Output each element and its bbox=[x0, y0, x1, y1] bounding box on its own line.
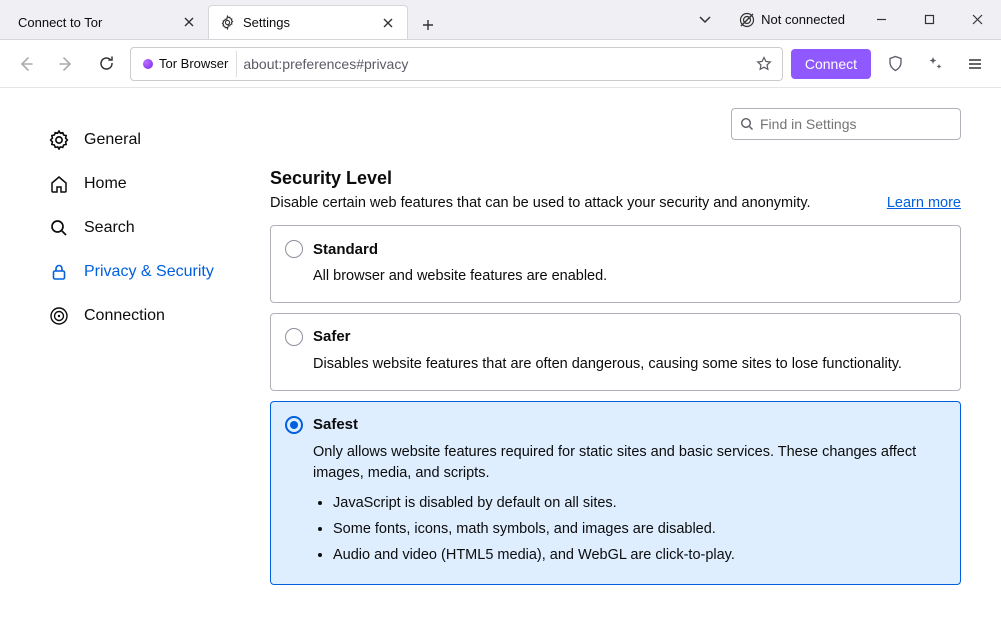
nav-toolbar: Tor Browser about:preferences#privacy Co… bbox=[0, 40, 1001, 88]
minimize-icon bbox=[876, 14, 887, 25]
onion-icon bbox=[143, 59, 153, 69]
arrow-left-icon bbox=[17, 55, 35, 73]
tab-close-button[interactable] bbox=[379, 14, 397, 32]
sidebar-item-search[interactable]: Search bbox=[48, 206, 240, 250]
connection-status[interactable]: Not connected bbox=[729, 12, 855, 28]
security-level-safest[interactable]: Safest Only allows website features requ… bbox=[270, 401, 961, 586]
bullet-item: JavaScript is disabled by default on all… bbox=[333, 493, 944, 515]
plus-icon bbox=[422, 19, 434, 31]
url-bar[interactable]: Tor Browser about:preferences#privacy bbox=[130, 47, 783, 81]
preferences-content: General Home Search Privacy & Security C… bbox=[0, 88, 1001, 620]
gear-icon bbox=[48, 129, 70, 151]
tab-title: Connect to Tor bbox=[18, 15, 172, 30]
tab-close-button[interactable] bbox=[180, 13, 198, 31]
close-icon bbox=[383, 18, 393, 28]
titlebar: Connect to Tor Settings Not connected bbox=[0, 0, 1001, 40]
option-desc: Disables website features that are often… bbox=[313, 354, 944, 376]
identity-label: Tor Browser bbox=[159, 56, 228, 71]
section-subtitle: Disable certain web features that can be… bbox=[270, 195, 811, 211]
sidebar-item-connection[interactable]: Connection bbox=[48, 294, 240, 338]
sidebar-item-label: Search bbox=[84, 219, 135, 237]
all-tabs-button[interactable] bbox=[685, 0, 725, 39]
sidebar-item-label: General bbox=[84, 131, 141, 149]
reload-icon bbox=[98, 55, 115, 72]
back-button[interactable] bbox=[10, 48, 42, 80]
window-maximize-button[interactable] bbox=[907, 0, 951, 39]
tab-strip: Connect to Tor Settings bbox=[0, 0, 442, 39]
maximize-icon bbox=[924, 14, 935, 25]
gear-icon bbox=[219, 15, 235, 31]
titlebar-right: Not connected bbox=[685, 0, 1001, 39]
sidebar-item-general[interactable]: General bbox=[48, 118, 240, 162]
radio-icon bbox=[285, 328, 303, 346]
bullet-item: Some fonts, icons, math symbols, and ima… bbox=[333, 519, 944, 541]
star-icon bbox=[756, 56, 772, 72]
sidebar-item-home[interactable]: Home bbox=[48, 162, 240, 206]
lock-icon bbox=[48, 261, 70, 283]
option-title: Standard bbox=[313, 241, 378, 258]
section-title: Security Level bbox=[270, 168, 961, 189]
option-desc: Only allows website features required fo… bbox=[313, 442, 944, 567]
new-identity-button[interactable] bbox=[919, 48, 951, 80]
sidebar-item-label: Privacy & Security bbox=[84, 263, 214, 281]
hamburger-icon bbox=[967, 56, 983, 72]
sidebar-item-label: Connection bbox=[84, 307, 165, 325]
radio-icon bbox=[285, 416, 303, 434]
tab-title: Settings bbox=[243, 15, 371, 30]
close-icon bbox=[184, 17, 194, 27]
settings-search[interactable] bbox=[731, 108, 961, 140]
option-title: Safest bbox=[313, 416, 358, 433]
home-icon bbox=[48, 173, 70, 195]
security-level-safer[interactable]: Safer Disables website features that are… bbox=[270, 313, 961, 391]
settings-search-input[interactable] bbox=[760, 116, 952, 132]
category-sidebar: General Home Search Privacy & Security C… bbox=[0, 88, 240, 620]
window-close-button[interactable] bbox=[955, 0, 999, 39]
forward-button[interactable] bbox=[50, 48, 82, 80]
security-shield-button[interactable] bbox=[879, 48, 911, 80]
sidebar-item-privacy[interactable]: Privacy & Security bbox=[48, 250, 240, 294]
close-icon bbox=[972, 14, 983, 25]
learn-more-link[interactable]: Learn more bbox=[887, 195, 961, 211]
sidebar-item-label: Home bbox=[84, 175, 127, 193]
window-minimize-button[interactable] bbox=[859, 0, 903, 39]
identity-box[interactable]: Tor Browser bbox=[135, 51, 237, 77]
radio-icon bbox=[285, 240, 303, 258]
arrow-right-icon bbox=[57, 55, 75, 73]
option-title: Safer bbox=[313, 328, 351, 345]
status-label: Not connected bbox=[761, 12, 845, 27]
search-icon bbox=[48, 217, 70, 239]
tab-settings[interactable]: Settings bbox=[208, 5, 408, 39]
bullet-item: Audio and video (HTML5 media), and WebGL… bbox=[333, 545, 944, 567]
security-level-standard[interactable]: Standard All browser and website feature… bbox=[270, 225, 961, 303]
chevron-down-icon bbox=[699, 16, 711, 24]
search-icon bbox=[740, 117, 754, 131]
new-tab-button[interactable] bbox=[414, 11, 442, 39]
sparkle-icon bbox=[927, 55, 944, 72]
connect-button[interactable]: Connect bbox=[791, 49, 871, 79]
app-menu-button[interactable] bbox=[959, 48, 991, 80]
option-desc: All browser and website features are ena… bbox=[313, 266, 944, 288]
main-pane: Security Level Disable certain web featu… bbox=[240, 88, 1001, 620]
reload-button[interactable] bbox=[90, 48, 122, 80]
onion-off-icon bbox=[739, 12, 755, 28]
bookmark-button[interactable] bbox=[750, 50, 778, 78]
shield-icon bbox=[887, 55, 904, 72]
onion-rings-icon bbox=[48, 305, 70, 327]
url-text: about:preferences#privacy bbox=[243, 56, 743, 72]
tab-connect-to-tor[interactable]: Connect to Tor bbox=[8, 5, 208, 39]
